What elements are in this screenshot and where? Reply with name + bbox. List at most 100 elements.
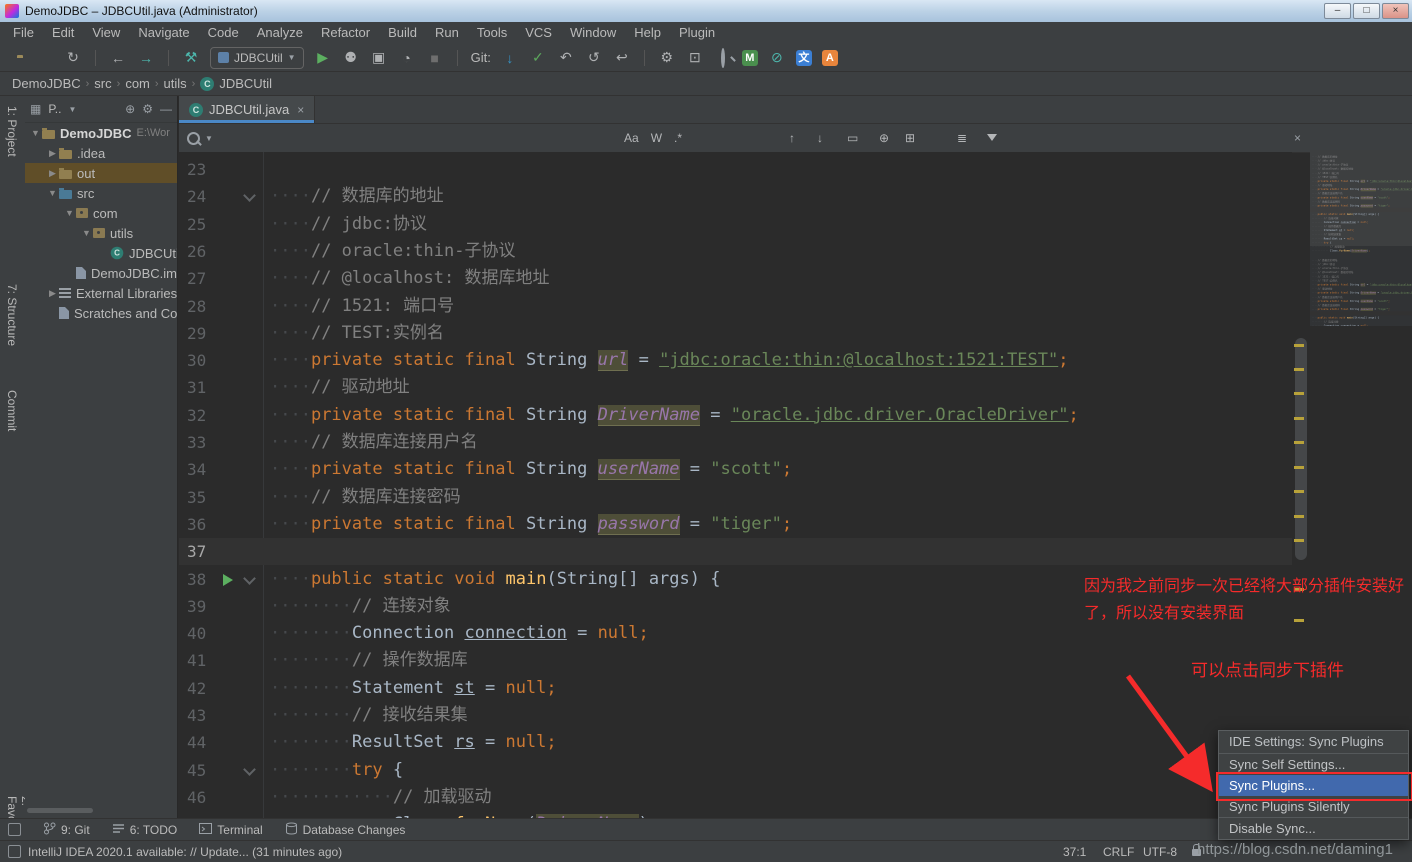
stripe-project-button[interactable]: 1: Project (5, 106, 19, 157)
search-everywhere-icon[interactable] (714, 50, 732, 66)
menu-build[interactable]: Build (379, 22, 426, 44)
tree-item-demojdbc.iml[interactable]: DemoJDBC.iml (25, 263, 177, 283)
warning-stripe-mark[interactable] (1294, 368, 1304, 371)
tree-item-out[interactable]: ▶out (25, 163, 177, 183)
regex-toggle[interactable]: .* (674, 131, 682, 145)
warning-stripe-mark[interactable] (1294, 417, 1304, 420)
git-update-icon[interactable]: ↓ (501, 50, 519, 66)
menu-plugin[interactable]: Plugin (670, 22, 724, 44)
line-number[interactable]: 25 (187, 211, 221, 238)
tool-button-9-git[interactable]: 9: Git (43, 822, 90, 838)
search-icon[interactable] (187, 124, 200, 152)
line-number[interactable]: 42 (187, 675, 221, 702)
tree-expander-icon[interactable]: ▶ (46, 288, 59, 299)
line-number[interactable]: 28 (187, 293, 221, 320)
warning-stripe-mark[interactable] (1294, 539, 1304, 542)
run-configuration-select[interactable]: JDBCUtil ▼ (210, 47, 304, 69)
git-revert-icon[interactable]: ↶ (557, 49, 575, 66)
line-number[interactable]: 24 (187, 183, 221, 210)
update-icon[interactable] (8, 845, 21, 858)
warning-stripe-mark[interactable] (1294, 588, 1304, 591)
match-case-toggle[interactable]: Aa (624, 131, 639, 145)
line-number[interactable]: 34 (187, 456, 221, 483)
breadcrumb-item-com[interactable]: com (125, 76, 150, 91)
tree-expander-icon[interactable]: ▼ (63, 208, 76, 218)
tree-item-scratches and cons[interactable]: Scratches and Cons (25, 303, 177, 323)
translate-icon[interactable]: 文 (796, 50, 812, 66)
menu-view[interactable]: View (83, 22, 129, 44)
line-number[interactable]: 23 (187, 156, 221, 183)
line-number[interactable]: 40 (187, 620, 221, 647)
popup-item-sync-plugins-silently[interactable]: Sync Plugins Silently (1219, 796, 1408, 817)
hide-panel-icon[interactable]: — (160, 102, 172, 116)
tree-expander-icon[interactable]: ▶ (46, 168, 59, 179)
close-search-icon[interactable]: × (1294, 124, 1301, 152)
back-icon[interactable]: ← (109, 50, 127, 66)
menu-analyze[interactable]: Analyze (248, 22, 312, 44)
tool-button-database-changes[interactable]: Database Changes (285, 822, 406, 838)
tree-expander-icon[interactable]: ▼ (80, 228, 93, 238)
warning-stripe-mark[interactable] (1294, 619, 1304, 622)
gear-icon[interactable]: ⚙ (142, 102, 153, 116)
tree-expander-icon[interactable]: ▼ (46, 188, 59, 198)
tree-expander-icon[interactable]: ▼ (29, 128, 42, 138)
inspector-icon[interactable]: ⊡ (686, 49, 704, 66)
line-number[interactable]: 26 (187, 238, 221, 265)
breadcrumb-item-src[interactable]: src (94, 76, 111, 91)
forward-icon[interactable]: → (137, 50, 155, 66)
sync-icon[interactable]: ↻ (64, 49, 82, 66)
warning-stripe-mark[interactable] (1294, 392, 1304, 395)
prev-occurrence-icon[interactable]: ↑ (789, 124, 795, 152)
code-editor[interactable]: 2324····// 数据库的地址25····// jdbc:协议26····/… (179, 152, 1292, 818)
wrench-icon[interactable]: ⚙ (658, 49, 676, 66)
tree-item-demojdbc[interactable]: ▼DemoJDBCE:\Wor (25, 123, 177, 143)
close-button[interactable]: × (1382, 3, 1409, 19)
line-number[interactable]: 46 (187, 784, 221, 811)
next-occurrence-icon[interactable]: ↓ (817, 124, 823, 152)
tree-expander-icon[interactable]: ▶ (46, 148, 59, 159)
caret-position-widget[interactable]: 37:1 (1063, 841, 1086, 862)
tree-item-src[interactable]: ▼src (25, 183, 177, 203)
coverage-icon[interactable]: ▣ (370, 49, 388, 66)
fold-icon[interactable] (243, 189, 256, 202)
minimize-button[interactable]: – (1324, 3, 1351, 19)
menu-run[interactable]: Run (426, 22, 468, 44)
select-all-occurrences-icon[interactable]: ⊞ (905, 124, 915, 152)
line-number[interactable]: 38 (187, 566, 221, 593)
menu-navigate[interactable]: Navigate (129, 22, 198, 44)
line-number[interactable]: 31 (187, 374, 221, 401)
translate-alt-icon[interactable]: A (822, 50, 838, 66)
popup-item-sync-self-settings-[interactable]: Sync Self Settings... (1219, 754, 1408, 775)
tree-item-.idea[interactable]: ▶.idea (25, 143, 177, 163)
warning-stripe-mark[interactable] (1294, 490, 1304, 493)
title-bar[interactable]: DemoJDBC – JDBCUtil.java (Administrator)… (0, 0, 1412, 22)
line-number[interactable]: 39 (187, 593, 221, 620)
tab-jdbcutil[interactable]: C JDBCUtil.java × (179, 96, 315, 123)
search-history-icon[interactable]: ▼ (205, 124, 213, 152)
breadcrumb-item-demojdbc[interactable]: DemoJDBC (12, 76, 81, 91)
menu-refactor[interactable]: Refactor (312, 22, 379, 44)
maximize-button[interactable]: □ (1353, 3, 1380, 19)
line-number[interactable]: 41 (187, 647, 221, 674)
multiline-search-icon[interactable]: ≣ (957, 124, 967, 152)
warning-stripe-mark[interactable] (1294, 466, 1304, 469)
stop-icon[interactable]: ■ (426, 50, 444, 66)
words-toggle[interactable]: W (651, 131, 662, 145)
popup-item-disable-sync-[interactable]: Disable Sync... (1219, 818, 1408, 839)
minimap[interactable]: 2324····// 数据库的地址25····// jdbc:协议26····/… (1310, 150, 1412, 326)
warning-stripe-mark[interactable] (1294, 441, 1304, 444)
line-number[interactable]: 29 (187, 320, 221, 347)
menu-help[interactable]: Help (625, 22, 670, 44)
line-ending-widget[interactable]: CRLF (1103, 841, 1134, 862)
line-number[interactable]: 36 (187, 511, 221, 538)
git-history-icon[interactable]: ↺ (585, 49, 603, 66)
git-rollback-icon[interactable]: ↩ (613, 49, 631, 66)
filter-icon[interactable] (987, 134, 997, 141)
debug-icon[interactable]: ⚉ (342, 49, 360, 66)
line-number[interactable]: 30 (187, 347, 221, 374)
minimap-viewport[interactable] (1310, 150, 1412, 246)
project-view-label[interactable]: P.. (48, 102, 61, 116)
fold-icon[interactable] (243, 763, 256, 776)
editor-vscrollbar[interactable] (1295, 338, 1307, 560)
tree-item-utils[interactable]: ▼utils (25, 223, 177, 243)
